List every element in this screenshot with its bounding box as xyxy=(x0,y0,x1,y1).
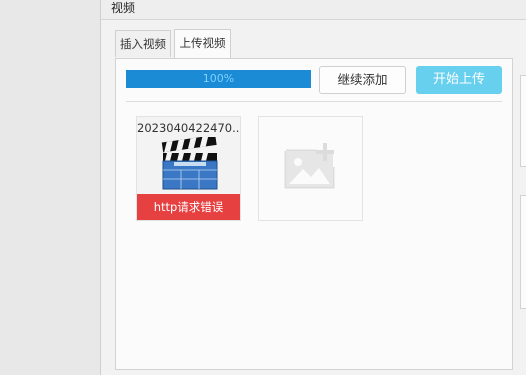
tab-insert-video[interactable]: 插入视频 xyxy=(115,30,171,57)
side-panel-edge xyxy=(520,75,526,167)
file-error-status: http请求错误 xyxy=(137,194,240,220)
continue-add-button[interactable]: 继续添加 xyxy=(319,66,406,94)
divider xyxy=(126,101,502,102)
file-name: 2023040422470... xyxy=(137,121,240,135)
title-bar: 视频 xyxy=(101,0,526,20)
tab-upload-video[interactable]: 上传视频 xyxy=(174,29,231,58)
add-video-slot[interactable] xyxy=(258,116,363,221)
side-panel-edge xyxy=(520,195,526,309)
dialog-title: 视频 xyxy=(111,1,136,15)
add-image-icon xyxy=(284,143,335,189)
file-item[interactable]: 2023040422470... http请求错误 xyxy=(136,116,241,221)
upload-panel: 100% 继续添加 开始上传 2023040422470... http请求错误 xyxy=(115,58,513,370)
progress-label: 100% xyxy=(202,72,235,85)
clapperboard-icon xyxy=(161,137,218,190)
video-dialog: 视频 插入视频 上传视频 100% 继续添加 开始上传 202304042247… xyxy=(100,0,526,375)
start-upload-button[interactable]: 开始上传 xyxy=(416,66,502,94)
upload-progress-bar: 100% xyxy=(126,70,311,88)
